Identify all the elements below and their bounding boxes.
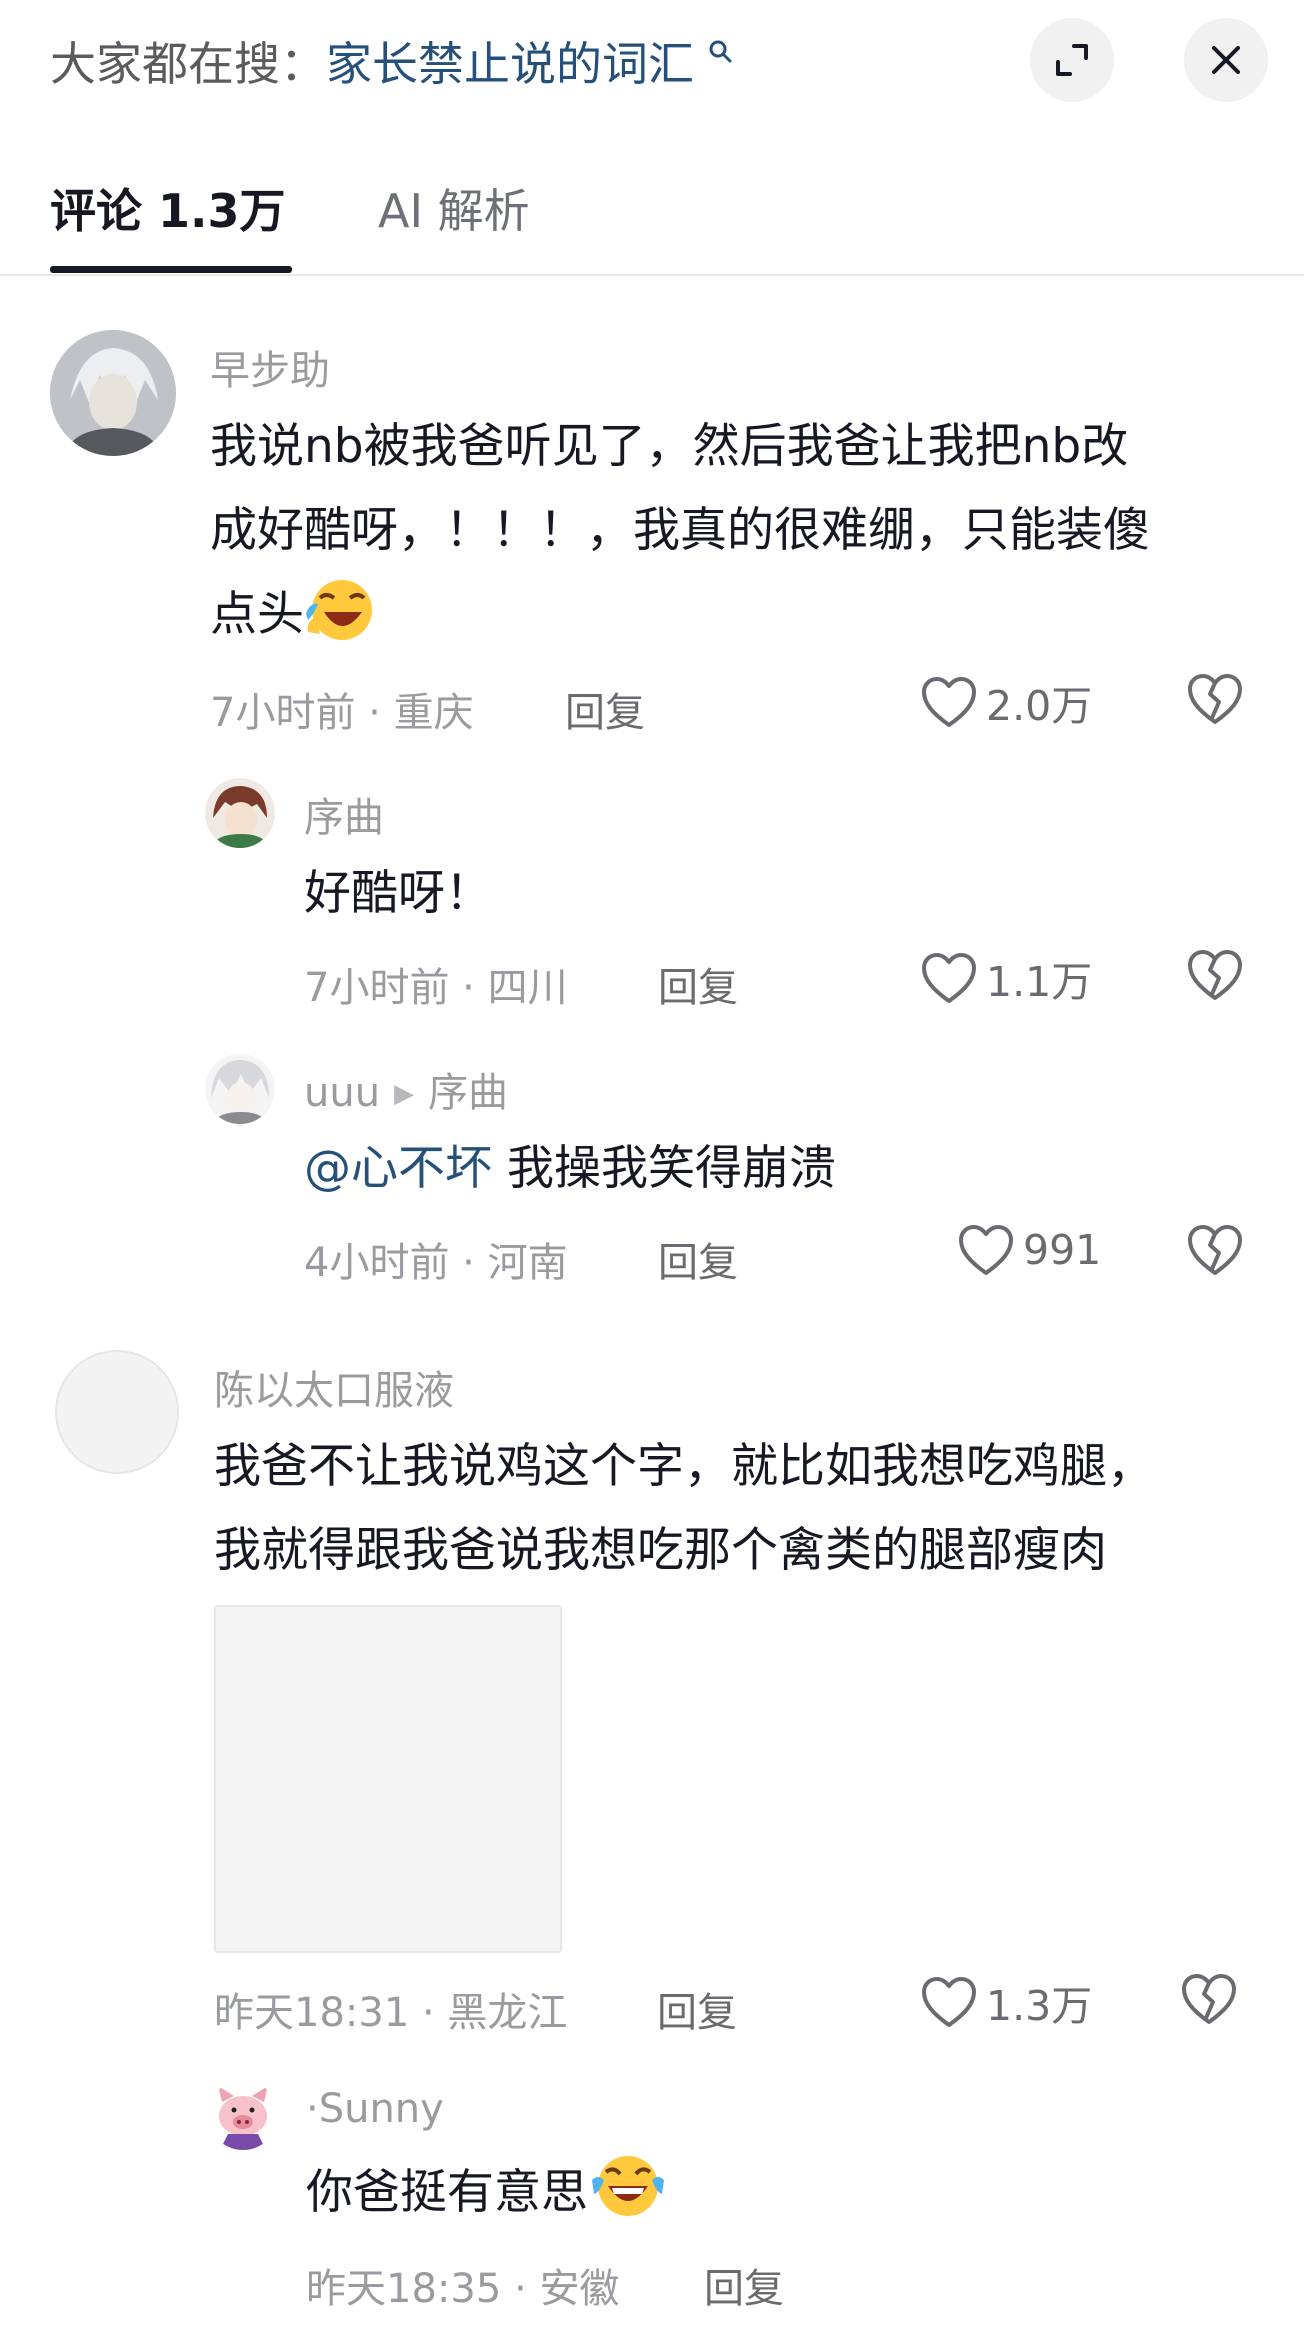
- like-button[interactable]: 1.3万: [920, 1972, 1092, 2032]
- reply-time: 4小时前: [304, 1240, 450, 1286]
- search-prefix: 大家都在搜：: [50, 37, 326, 91]
- reply-location: 河南: [487, 1240, 568, 1286]
- dislike-button[interactable]: [1186, 672, 1244, 730]
- reply-location: 四川: [487, 965, 568, 1011]
- comment-time: 7小时前: [210, 690, 356, 736]
- avatar[interactable]: [50, 330, 176, 456]
- reply-button[interactable]: 回复: [658, 955, 738, 1013]
- active-tab-indicator: [50, 266, 292, 273]
- comment-meta: 7小时前 · 重庆: [210, 680, 474, 738]
- like-button[interactable]: 991: [957, 1223, 1101, 1277]
- reply-text: @心不坏 我操我笑得崩溃: [304, 1127, 836, 1211]
- like-count: 2.0万: [986, 682, 1093, 730]
- divider: [0, 274, 1304, 276]
- heart-icon: [922, 953, 976, 1003]
- comment-location: 重庆: [393, 690, 474, 736]
- expand-icon: [1056, 44, 1088, 76]
- expand-button[interactable]: [1030, 18, 1114, 102]
- meta-separator: ·: [409, 1990, 448, 2036]
- laughing-crying-emoji: [304, 574, 378, 669]
- heart-icon: [922, 677, 976, 727]
- broken-heart-icon: [1182, 1974, 1236, 2024]
- reply-meta: 4小时前 · 河南: [304, 1230, 568, 1288]
- close-button[interactable]: [1184, 18, 1268, 102]
- like-button[interactable]: 1.1万: [920, 948, 1092, 1008]
- dislike-button[interactable]: [1180, 1972, 1238, 2030]
- dislike-button[interactable]: [1186, 1223, 1244, 1281]
- meta-separator: ·: [449, 1240, 488, 1286]
- reply-button[interactable]: 回复: [565, 680, 645, 738]
- reply-text: 好酷呀！: [304, 866, 492, 921]
- meta-separator: ·: [355, 690, 394, 736]
- reply-body: 你爸挺有意思: [306, 2165, 588, 2220]
- reply-button[interactable]: 回复: [704, 2256, 784, 2314]
- comment-text: 我说nb被我爸听见了，然后我爸让我把nb改 成好酷呀，！！！，我真的很难绷，只能…: [210, 405, 1150, 669]
- meta-separator: ·: [501, 2266, 540, 2312]
- like-button[interactable]: 2.0万: [920, 672, 1092, 732]
- comment-text-line: 成好酷呀，！！！，我真的很难绷，只能装傻: [210, 503, 1150, 558]
- broken-heart-icon: [1188, 1225, 1242, 1275]
- avatar[interactable]: [55, 1350, 179, 1474]
- reply-username[interactable]: ·Sunny: [306, 2086, 444, 2132]
- reply-meta: 昨天18:35 · 安徽: [306, 2256, 619, 2314]
- like-count: 1.1万: [986, 958, 1093, 1006]
- tab-comments[interactable]: 评论 1.3万: [50, 175, 286, 241]
- reply-username-line: uuu ▶ 序曲: [304, 1060, 508, 1118]
- reply-text: 你爸挺有意思: [306, 2150, 668, 2247]
- search-icon: [698, 38, 733, 71]
- heart-icon: [959, 1225, 1013, 1275]
- comment-location: 黑龙江: [447, 1990, 568, 2036]
- avatar[interactable]: [205, 778, 275, 848]
- mention-link[interactable]: @心不坏: [304, 1141, 492, 1196]
- heart-icon: [922, 1977, 976, 2027]
- reply-location: 安徽: [539, 2266, 620, 2312]
- like-count: 991: [1023, 1226, 1102, 1274]
- broken-heart-icon: [1188, 674, 1242, 724]
- reply-username[interactable]: 序曲: [304, 785, 384, 843]
- comment-username[interactable]: 早步助: [210, 338, 330, 396]
- dislike-button[interactable]: [1186, 948, 1244, 1006]
- reply-time: 7小时前: [304, 965, 450, 1011]
- reply-meta: 7小时前 · 四川: [304, 955, 568, 1013]
- comment-username[interactable]: 陈以太口服液: [214, 1358, 454, 1416]
- comment-text-line: 点头: [210, 573, 1150, 669]
- search-suggestion[interactable]: 大家都在搜：家长禁止说的词汇: [50, 28, 733, 94]
- comment-text-line: 我爸不让我说鸡这个字，就比如我想吃鸡腿，: [214, 1439, 1154, 1494]
- reply-button[interactable]: 回复: [657, 1980, 737, 2038]
- meta-separator: ·: [449, 965, 488, 1011]
- comment-image[interactable]: [214, 1605, 562, 1953]
- tab-ai-analysis[interactable]: AI 解析: [378, 175, 530, 241]
- reply-button[interactable]: 回复: [658, 1230, 738, 1288]
- like-count: 1.3万: [986, 1982, 1093, 2030]
- reply-to-username[interactable]: 序曲: [428, 1070, 508, 1116]
- comment-text: 我爸不让我说鸡这个字，就比如我想吃鸡腿， 我就得跟我爸说我想吃那个禽类的腿部瘦肉: [214, 1425, 1154, 1593]
- comment-text-line: 我就得跟我爸说我想吃那个禽类的腿部瘦肉: [214, 1523, 1107, 1578]
- avatar[interactable]: [205, 1054, 275, 1124]
- avatar[interactable]: [208, 2080, 278, 2150]
- close-icon: [1212, 46, 1240, 74]
- reply-arrow-icon: ▶: [394, 1079, 415, 1109]
- comment-meta: 昨天18:31 · 黑龙江: [214, 1980, 567, 2038]
- comment-time: 昨天18:31: [214, 1990, 410, 2036]
- reply-body: 我操我笑得崩溃: [506, 1141, 836, 1196]
- search-keyword-link[interactable]: 家长禁止说的词汇: [326, 37, 694, 91]
- comment-text-line: 我说nb被我爸听见了，然后我爸让我把nb改: [210, 419, 1129, 474]
- reply-username[interactable]: uuu: [304, 1070, 380, 1116]
- reply-time: 昨天18:35: [306, 2266, 502, 2312]
- broken-heart-icon: [1188, 950, 1242, 1000]
- tears-of-joy-emoji: [588, 2150, 668, 2247]
